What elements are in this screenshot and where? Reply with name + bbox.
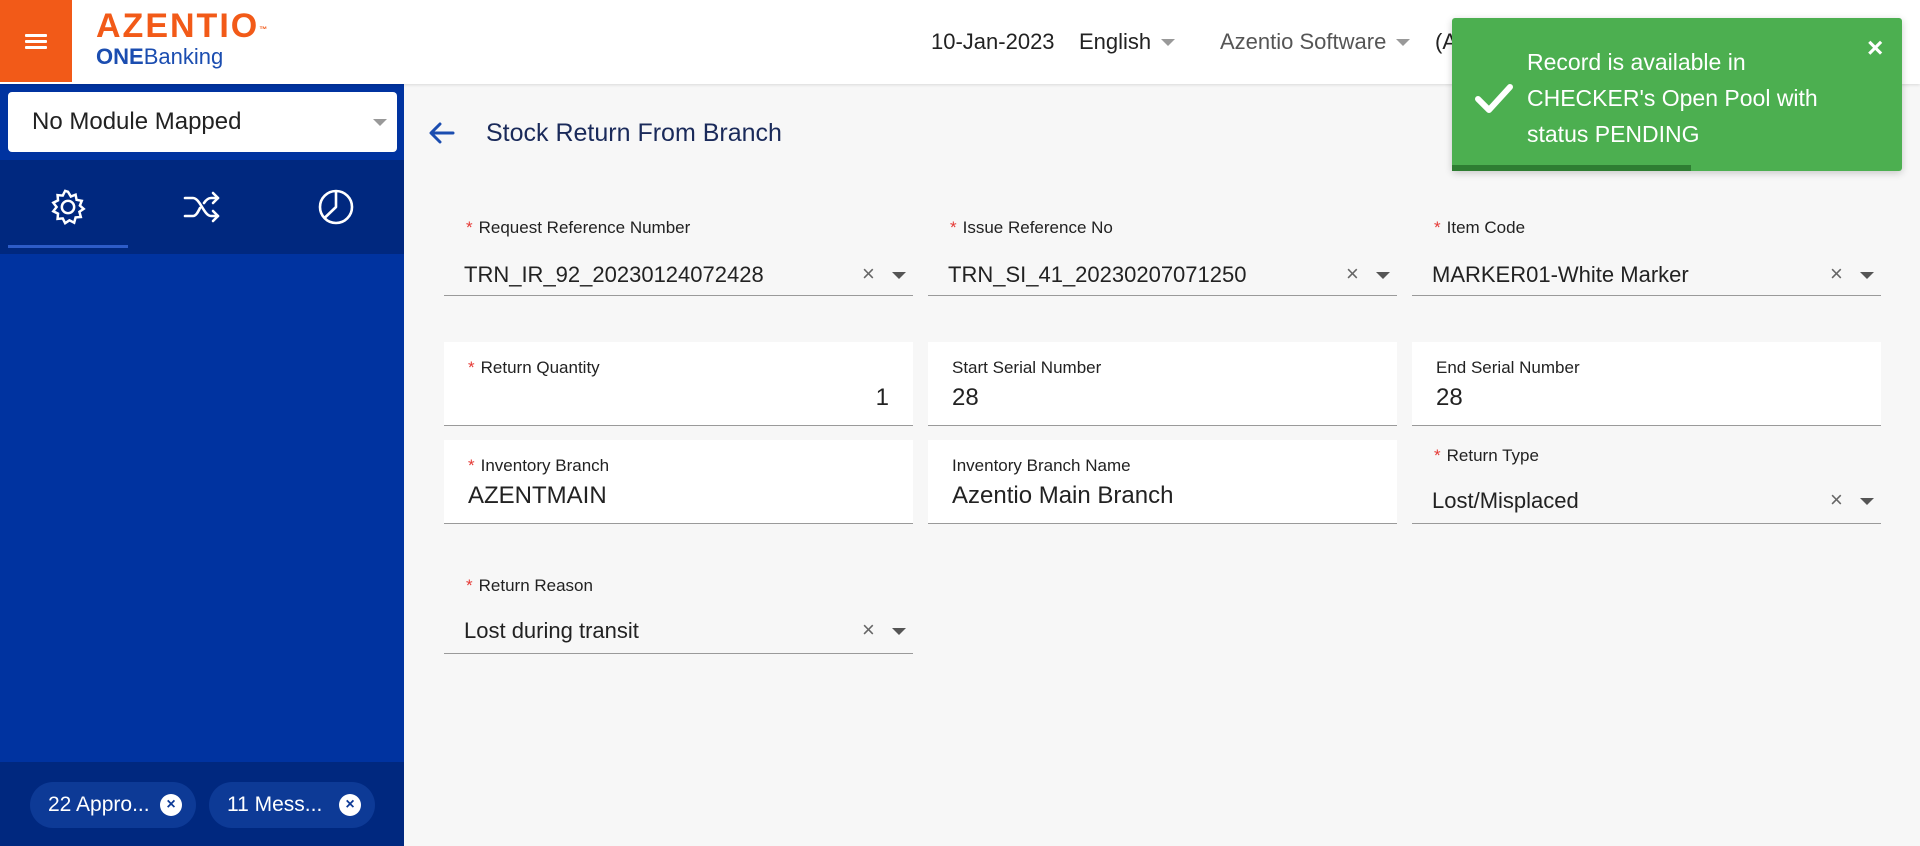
toast-progress-bar: [1452, 165, 1691, 171]
chevron-down-icon[interactable]: [892, 272, 906, 279]
chevron-down-icon[interactable]: [892, 628, 906, 635]
return-type-value: Lost/Misplaced: [1432, 488, 1579, 513]
close-icon[interactable]: ×: [160, 794, 182, 816]
current-date: 10-Jan-2023: [931, 29, 1055, 54]
messages-chip[interactable]: 11 Mess... ×: [209, 782, 375, 828]
module-select[interactable]: No Module Mapped: [8, 92, 397, 152]
checkmark-icon: [1475, 84, 1513, 113]
module-select-value: No Module Mapped: [32, 108, 242, 135]
back-arrow-icon[interactable]: [427, 118, 457, 148]
request-reference-field[interactable]: * Request Reference Number TRN_IR_92_2023…: [444, 212, 913, 296]
sidebar-tabs: [0, 160, 404, 254]
company-label: Azentio Software: [1220, 29, 1387, 54]
return-type-field[interactable]: * Return Type Lost/Misplaced ×: [1412, 444, 1881, 524]
toast-message: Record is available in CHECKER's Open Po…: [1527, 49, 1818, 147]
tab-settings[interactable]: [8, 160, 128, 254]
gear-icon: [51, 189, 86, 225]
language-select[interactable]: English: [1079, 29, 1176, 55]
item-code-field[interactable]: * Item Code MARKER01-White Marker ×: [1412, 212, 1881, 296]
chevron-down-icon[interactable]: [1860, 272, 1874, 279]
inventory-branch-value: AZENTMAIN: [468, 482, 607, 509]
clear-icon[interactable]: ×: [1830, 263, 1843, 285]
end-serial-field[interactable]: End Serial Number 28: [1412, 342, 1881, 426]
hamburger-menu-icon[interactable]: [0, 0, 72, 82]
issue-reference-field[interactable]: * Issue Reference No TRN_SI_41_2023020707…: [928, 212, 1397, 296]
tab-dashboard[interactable]: [276, 160, 396, 254]
return-quantity-value: 1: [875, 384, 889, 411]
chevron-down-icon: [1396, 38, 1411, 46]
chevron-down-icon[interactable]: [1860, 498, 1874, 505]
start-serial-value: 28: [952, 384, 979, 411]
return-reason-value: Lost during transit: [464, 618, 639, 643]
request-reference-value: TRN_IR_92_20230124072428: [464, 262, 764, 287]
return-quantity-field[interactable]: * Return Quantity 1: [444, 342, 913, 426]
clear-icon[interactable]: ×: [1346, 263, 1359, 285]
return-reason-field[interactable]: * Return Reason Lost during transit ×: [444, 574, 913, 654]
chevron-down-icon: [1161, 38, 1176, 46]
company-select[interactable]: Azentio Software: [1220, 29, 1411, 55]
clear-icon[interactable]: ×: [1830, 489, 1843, 511]
messages-chip-label: 11 Mess...: [227, 793, 323, 816]
start-serial-field[interactable]: Start Serial Number 28: [928, 342, 1397, 426]
end-serial-value: 28: [1436, 384, 1463, 411]
sidebar-footer: 22 Appro... × 11 Mess... ×: [0, 762, 404, 846]
close-icon[interactable]: ×: [1867, 34, 1883, 62]
close-icon[interactable]: ×: [339, 794, 361, 816]
tab-shuffle[interactable]: [142, 160, 262, 254]
approvals-chip-label: 22 Appro...: [48, 793, 150, 816]
sidebar: No Module Mapped 22 Appro... × 11 Mess..…: [0, 84, 404, 846]
chevron-down-icon: [373, 119, 387, 126]
clear-icon[interactable]: ×: [862, 263, 875, 285]
clear-icon[interactable]: ×: [862, 619, 875, 641]
inventory-branch-field[interactable]: * Inventory Branch AZENTMAIN: [444, 440, 913, 524]
pie-chart-icon: [318, 189, 354, 225]
approvals-chip[interactable]: 22 Appro... ×: [30, 782, 196, 828]
inventory-branch-name-value: Azentio Main Branch: [952, 482, 1174, 509]
chevron-down-icon[interactable]: [1376, 272, 1390, 279]
language-label: English: [1079, 29, 1152, 54]
success-toast: Record is available in CHECKER's Open Po…: [1452, 18, 1902, 171]
issue-reference-value: TRN_SI_41_20230207071250: [948, 262, 1247, 287]
inventory-branch-name-field[interactable]: Inventory Branch Name Azentio Main Branc…: [928, 440, 1397, 524]
page-title: Stock Return From Branch: [486, 119, 782, 147]
item-code-value: MARKER01-White Marker: [1432, 262, 1689, 287]
app-logo: AZENTIO™ ONEBanking: [96, 7, 268, 69]
shuffle-icon: [183, 191, 220, 223]
